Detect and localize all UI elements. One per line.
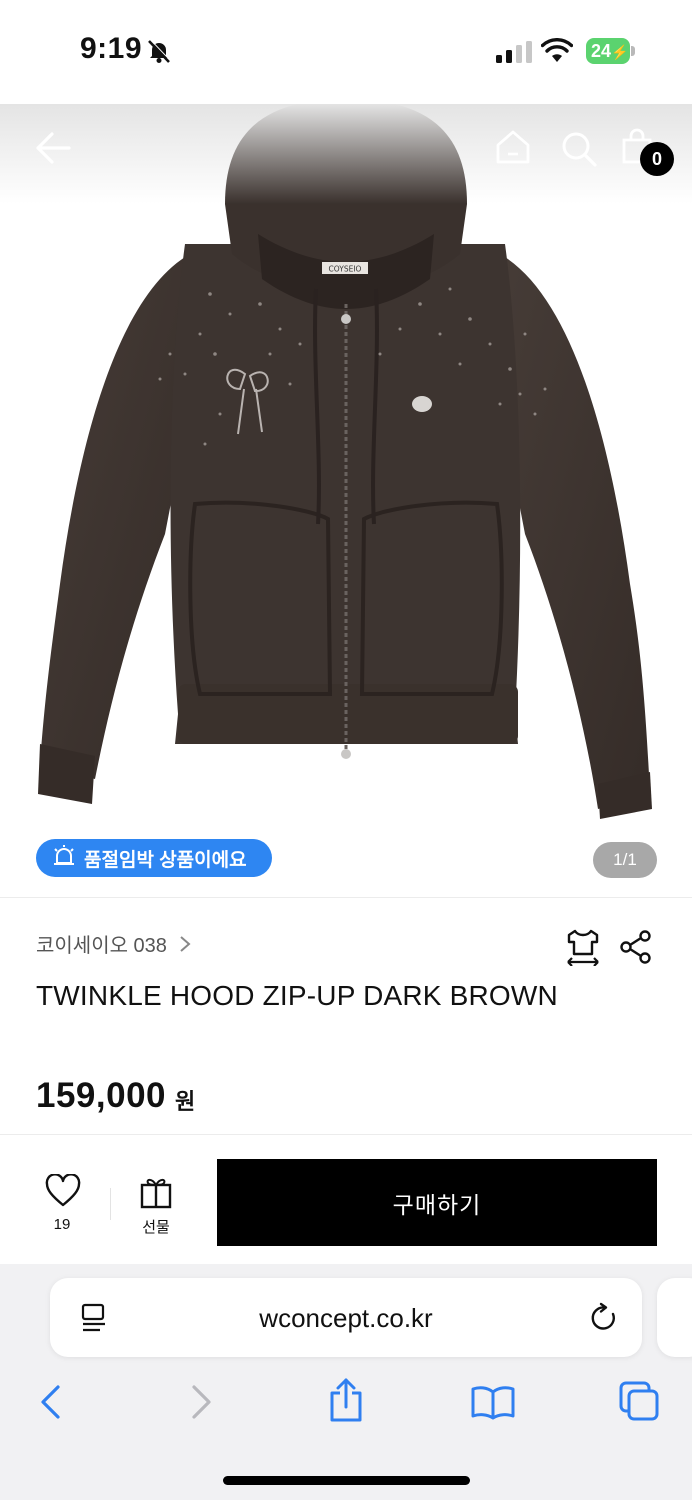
battery-tip (631, 46, 635, 56)
gift-label: 선물 (142, 1219, 170, 1236)
hoodie-illustration: COYSEIO (38, 104, 652, 819)
wifi-icon (540, 38, 574, 64)
chevron-right-icon (179, 935, 191, 959)
home-icon[interactable] (494, 128, 532, 166)
bell-muted-icon (146, 38, 172, 64)
back-arrow-icon[interactable] (34, 130, 72, 166)
brand-link[interactable]: 코이세이오 038 (36, 929, 191, 959)
like-count: 19 (53, 1216, 71, 1233)
product-image[interactable]: COYSEIO (0, 104, 692, 898)
divider (110, 1188, 111, 1220)
charging-bolt-icon: ⚡ (611, 44, 629, 60)
home-indicator (223, 1476, 470, 1485)
next-tab-preview[interactable] (657, 1278, 692, 1357)
divider (0, 1134, 692, 1135)
search-icon[interactable] (560, 130, 598, 168)
status-time: 9:19 (80, 32, 143, 65)
soldout-notice-text: 품절임박 상품이에요 (84, 849, 247, 871)
like-button[interactable] (44, 1173, 82, 1213)
bookmarks-icon[interactable] (470, 1384, 516, 1425)
hood-tag-label: COYSEIO (329, 265, 362, 274)
price-currency: 원 (175, 1089, 196, 1114)
alarm-icon (52, 843, 76, 873)
divider (0, 897, 692, 898)
share-icon[interactable] (620, 930, 652, 969)
reload-icon[interactable] (589, 1302, 619, 1339)
url-text: wconcept.co.kr (259, 1303, 433, 1333)
cart-count-badge: 0 (640, 142, 674, 176)
cellular-signal-icon (496, 41, 532, 63)
size-guide-icon[interactable] (565, 928, 601, 971)
product-title: TWINKLE HOOD ZIP-UP DARK BROWN (36, 980, 558, 1011)
soldout-notice-badge: 품절임박 상품이에요 (36, 839, 272, 877)
browser-forward-icon[interactable] (188, 1384, 214, 1425)
browser-back-icon[interactable] (38, 1384, 64, 1425)
buy-button[interactable]: 구매하기 (217, 1159, 657, 1246)
tabs-icon[interactable] (618, 1380, 660, 1427)
brand-name: 코이세이오 038 (36, 935, 167, 957)
share-sheet-icon[interactable] (328, 1377, 364, 1428)
gift-button[interactable] (139, 1176, 173, 1215)
battery-level: 24 (591, 41, 612, 61)
image-page-indicator: 1/1 (593, 842, 657, 878)
battery-indicator: 24⚡ (586, 38, 630, 64)
product-price: 159,000 (36, 1076, 167, 1115)
